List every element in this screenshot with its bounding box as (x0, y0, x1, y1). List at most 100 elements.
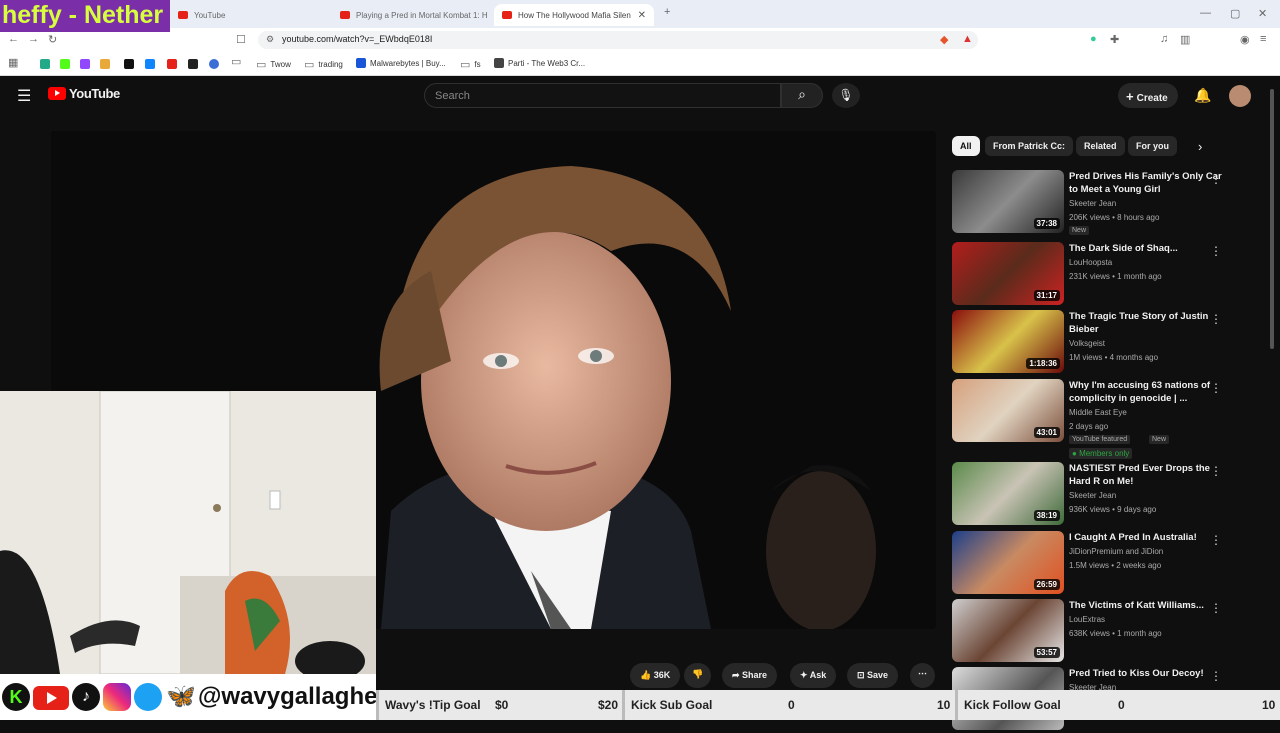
create-button[interactable]: + Create (1118, 83, 1178, 108)
channel-name[interactable]: LouHoopsta (1069, 258, 1112, 267)
bookmark-item[interactable]: ▭ Twow (256, 58, 291, 71)
menu-icon[interactable]: ≡ (1260, 33, 1266, 45)
extensions-icon[interactable]: ✚ (1110, 33, 1119, 46)
goal-label: Kick Follow Goal (964, 698, 1061, 712)
site-info-icon[interactable]: ⚙ (266, 34, 274, 45)
recommended-video[interactable]: 43:01 Why I'm accusing 63 nations of com… (952, 379, 1252, 459)
video-duration: 1:18:36 (1026, 358, 1060, 369)
bluesky-icon[interactable] (145, 59, 155, 69)
bookmark-site-icon[interactable] (188, 59, 198, 69)
channel-name[interactable]: Skeeter Jean (1069, 491, 1116, 500)
channel-name[interactable]: Volksgeist (1069, 339, 1105, 348)
minimize-icon[interactable]: — (1200, 7, 1211, 19)
save-button[interactable]: ⊡ Save (847, 663, 899, 688)
search-placeholder: Search (435, 90, 470, 102)
rewards-icon[interactable]: ▲ (962, 33, 973, 45)
video-thumbnail[interactable]: 43:01 (952, 379, 1064, 442)
video-title[interactable]: The Victims of Katt Williams... (1069, 599, 1229, 612)
youtube-logo[interactable]: YouTube (48, 86, 120, 101)
forward-icon[interactable]: → (28, 33, 39, 45)
channel-name[interactable]: JiDionPremium and JiDion (1069, 547, 1163, 556)
tab-youtube[interactable]: YouTube (170, 4, 330, 26)
video-thumbnail[interactable]: 26:59 (952, 531, 1064, 594)
video-title[interactable]: The Tragic True Story of Justin Bieber (1069, 310, 1229, 336)
bookmark-item[interactable]: ▭ fs (460, 58, 481, 71)
chip-related[interactable]: Related (1076, 136, 1125, 156)
video-thumbnail[interactable]: 37:38 (952, 170, 1064, 233)
channel-name[interactable]: Middle East Eye (1069, 408, 1127, 417)
chip-for-you[interactable]: For you (1128, 136, 1177, 156)
search-button[interactable]: ⌕ (781, 83, 823, 108)
close-window-icon[interactable]: ✕ (1258, 7, 1267, 20)
video-title[interactable]: NASTIEST Pred Ever Drops the Hard R on M… (1069, 462, 1229, 488)
more-options-icon[interactable]: ⋮ (1210, 669, 1222, 683)
like-button[interactable]: 👍 36K (630, 663, 681, 688)
youtube-icon[interactable] (167, 59, 177, 69)
share-button[interactable]: ➦ Share (722, 663, 778, 688)
bookmark-site-icon[interactable] (100, 59, 110, 69)
video-thumbnail[interactable]: 31:17 (952, 242, 1064, 305)
folder-icon[interactable]: ▭ (231, 55, 241, 68)
url-field[interactable]: ⚙ youtube.com/watch?v=_EWbdqE018I (258, 31, 978, 49)
bookmark-site-icon[interactable] (40, 59, 50, 69)
bookmark-item[interactable]: Malwarebytes | Buy... (356, 58, 446, 68)
recommended-video[interactable]: 37:38 Pred Drives His Family's Only Car … (952, 170, 1252, 236)
chevron-right-icon[interactable]: › (1198, 139, 1202, 154)
profile-icon[interactable]: ◉ (1240, 33, 1250, 46)
back-icon[interactable]: ← (8, 33, 19, 45)
video-title[interactable]: Pred Drives His Family's Only Car to Mee… (1069, 170, 1229, 196)
recommended-video[interactable]: 26:59 I Caught A Pred In Australia! JiDi… (952, 531, 1252, 597)
tab-hollywood-mafia[interactable]: How The Hollywood Mafia Silen ✕ (494, 4, 654, 26)
more-options-icon[interactable]: ⋮ (1210, 601, 1222, 615)
sidebar-icon[interactable]: ▥ (1180, 33, 1190, 46)
video-title[interactable]: The Dark Side of Shaq... (1069, 242, 1229, 255)
recommended-video[interactable]: 1:18:36 The Tragic True Story of Justin … (952, 310, 1252, 376)
notifications-bell-icon[interactable]: 🔔 (1194, 87, 1211, 104)
more-options-icon[interactable]: ⋮ (1210, 312, 1222, 326)
bookmark-item[interactable]: ▭ trading (304, 58, 343, 71)
apps-grid-icon[interactable]: ▦ (8, 56, 18, 69)
new-badge: New (1069, 226, 1090, 235)
video-title[interactable]: Why I'm accusing 63 nations of complicit… (1069, 379, 1229, 405)
dislike-button[interactable]: 👎 (684, 663, 712, 688)
recommended-video[interactable]: 31:17 The Dark Side of Shaq... LouHoopst… (952, 242, 1252, 308)
reload-icon[interactable]: ↻ (48, 33, 57, 46)
chip-all[interactable]: All (952, 136, 980, 156)
more-options-icon[interactable]: ⋮ (1210, 533, 1222, 547)
kick-icon[interactable] (60, 59, 70, 69)
more-options-icon[interactable]: ⋮ (1210, 244, 1222, 258)
search-input[interactable]: Search (424, 83, 781, 108)
channel-name[interactable]: Skeeter Jean (1069, 199, 1116, 208)
more-options-icon[interactable]: ⋮ (1210, 381, 1222, 395)
scrollbar[interactable] (1270, 89, 1274, 349)
more-options-icon[interactable]: ⋮ (1210, 172, 1222, 186)
close-tab-icon[interactable]: ✕ (638, 10, 646, 21)
avatar[interactable] (1229, 85, 1251, 107)
maximize-icon[interactable]: ▢ (1230, 7, 1240, 20)
more-actions-button[interactable]: ⋯ (910, 663, 935, 688)
media-icon[interactable]: ♫ (1160, 33, 1168, 45)
new-tab-icon[interactable]: + (664, 6, 670, 18)
new-badge: New (1149, 435, 1170, 444)
recommended-video[interactable]: 53:57 The Victims of Katt Williams... Lo… (952, 599, 1252, 665)
twitch-icon[interactable] (80, 59, 90, 69)
bookmark-icon[interactable]: ☐ (236, 33, 246, 46)
tab-mortal-kombat[interactable]: Playing a Pred in Mortal Kombat 1: H (332, 4, 492, 26)
video-title[interactable]: Pred Tried to Kiss Our Decoy! (1069, 667, 1229, 680)
brave-shield-icon[interactable]: ◆ (940, 33, 948, 46)
video-thumbnail[interactable]: 53:57 (952, 599, 1064, 662)
video-title[interactable]: I Caught A Pred In Australia! (1069, 531, 1229, 544)
extension-icon[interactable]: ● (1090, 33, 1097, 45)
voice-search-button[interactable]: 🎙 (832, 83, 860, 108)
video-thumbnail[interactable]: 38:19 (952, 462, 1064, 525)
hamburger-menu-icon[interactable]: ☰ (17, 86, 31, 106)
bookmark-item[interactable]: Parti - The Web3 Cr... (494, 58, 585, 68)
ask-button[interactable]: ✦ Ask (790, 663, 837, 688)
chip-from-channel[interactable]: From Patrick Cc: (985, 136, 1074, 156)
channel-name[interactable]: LouExtras (1069, 615, 1105, 624)
more-options-icon[interactable]: ⋮ (1210, 464, 1222, 478)
video-thumbnail[interactable]: 1:18:36 (952, 310, 1064, 373)
x-icon[interactable] (124, 59, 134, 69)
bookmark-site-icon[interactable] (209, 59, 219, 69)
recommended-video[interactable]: 38:19 NASTIEST Pred Ever Drops the Hard … (952, 462, 1252, 528)
